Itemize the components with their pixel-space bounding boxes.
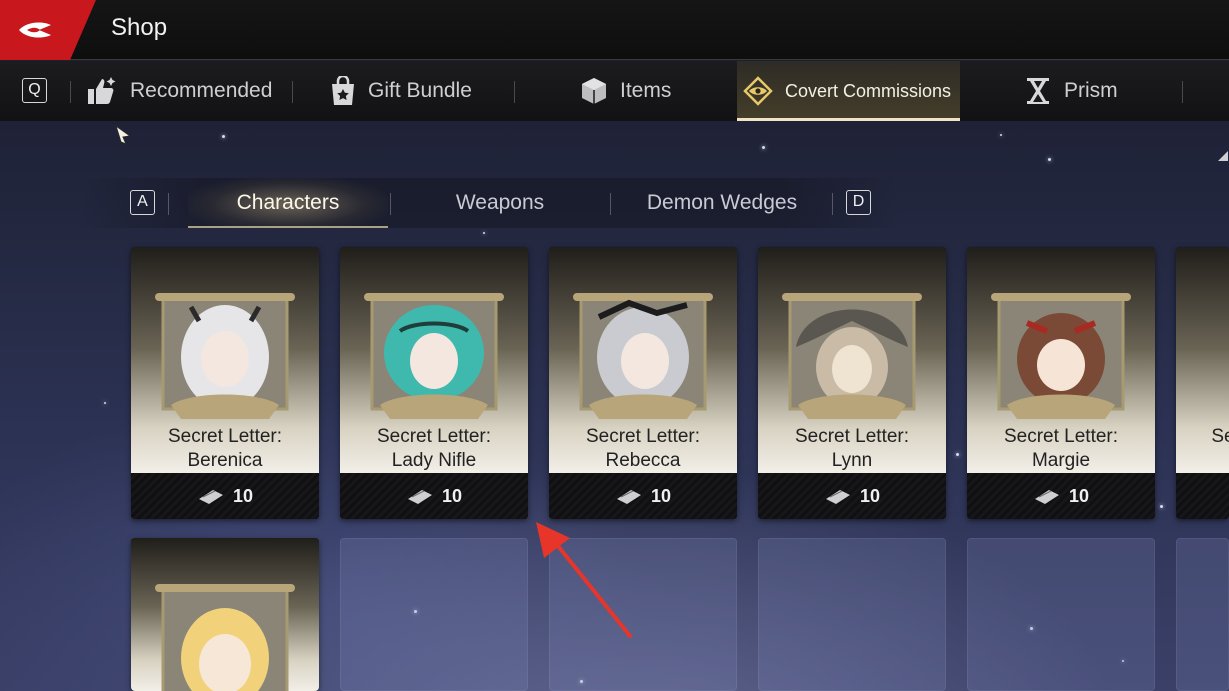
subtab-weapons[interactable]: Weapons	[402, 178, 598, 228]
empty-slot	[340, 538, 528, 691]
card-title: Secret Letter: Berenica	[167, 426, 283, 471]
eye-diamond-icon	[743, 76, 773, 106]
empty-slot	[967, 538, 1155, 691]
card-price: 10	[340, 473, 528, 519]
shop-card-rebecca[interactable]: Secret Letter: Rebecca 10	[549, 247, 737, 519]
shop-card-lady-nifle[interactable]: Secret Letter: Lady Nifle 10	[340, 247, 528, 519]
hourglass-icon	[1024, 76, 1052, 106]
tab-gift-bundle[interactable]: Gift Bundle	[330, 61, 472, 121]
card-price: 10	[131, 473, 319, 519]
tab-label: Recommended	[130, 79, 273, 102]
shop-card-partial[interactable]: Se	[1176, 247, 1229, 519]
card-title: Secret Letter: Rebecca	[585, 426, 701, 471]
back-button[interactable]	[0, 0, 96, 60]
back-arrow-icon	[19, 22, 51, 38]
character-portrait-berenica	[155, 293, 295, 419]
character-portrait-margie	[991, 293, 1131, 419]
box-icon	[580, 76, 608, 106]
gift-bag-icon	[330, 76, 356, 106]
shop-card-berenica[interactable]: Secret Letter: Berenica 10	[131, 247, 319, 519]
tab-covert-commissions[interactable]: Covert Commissions	[737, 61, 960, 121]
main-tab-bar: Q Recommended Gift Bundle Items Covert C…	[0, 61, 1229, 161]
tab-label: Gift Bundle	[368, 79, 472, 102]
card-title: Secret Letter: Lynn	[794, 426, 910, 471]
tab-recommended[interactable]: Recommended	[86, 61, 272, 121]
title-bar: Shop	[0, 0, 1229, 60]
tab-items[interactable]: Items	[580, 61, 671, 121]
character-portrait-rebecca	[573, 293, 713, 419]
mouse-cursor-icon	[115, 124, 132, 145]
tab-label: Items	[620, 79, 672, 102]
card-price: 10	[549, 473, 737, 519]
card-title: Se	[1211, 426, 1229, 447]
character-portrait-blonde	[155, 584, 295, 691]
secret-letter-currency-icon	[198, 490, 223, 504]
card-art	[131, 538, 319, 691]
secret-letter-currency-icon	[407, 490, 432, 504]
thumbs-up-icon	[86, 76, 118, 106]
tab-label: Covert Commissions	[785, 80, 952, 101]
page-title: Shop	[111, 14, 168, 41]
empty-slot	[758, 538, 946, 691]
secret-letter-currency-icon	[1034, 490, 1059, 504]
tab-prism[interactable]: Prism	[1024, 61, 1118, 121]
secret-letter-currency-icon	[825, 490, 850, 504]
character-portrait-lynn	[782, 293, 922, 419]
card-title: Secret Letter: Lady Nifle	[376, 426, 492, 471]
subtab-characters[interactable]: Characters	[188, 178, 388, 228]
empty-slot	[1176, 538, 1229, 691]
card-title: Secret Letter: Margie	[1003, 426, 1119, 471]
annotation-arrow-icon	[536, 522, 632, 638]
card-price: 10	[758, 473, 946, 519]
character-portrait-lady-nifle	[364, 293, 504, 419]
tab-label: Prism	[1064, 79, 1118, 102]
secret-letter-currency-icon	[616, 490, 641, 504]
shop-card-margie[interactable]: Secret Letter: Margie 10	[967, 247, 1155, 519]
scroll-right-arrow-icon[interactable]	[1216, 149, 1229, 163]
card-price	[1176, 473, 1229, 519]
key-hint-a: A	[130, 190, 155, 215]
shop-card-lynn[interactable]: Secret Letter: Lynn 10	[758, 247, 946, 519]
sub-tab-bar: A Characters Weapons Demon Wedges D	[80, 178, 900, 228]
card-price: 10	[967, 473, 1155, 519]
key-hint-q: Q	[22, 78, 47, 103]
key-hint-d: D	[846, 190, 871, 215]
shop-card-row2-first[interactable]	[131, 538, 319, 691]
subtab-demon-wedges[interactable]: Demon Wedges	[624, 178, 820, 228]
